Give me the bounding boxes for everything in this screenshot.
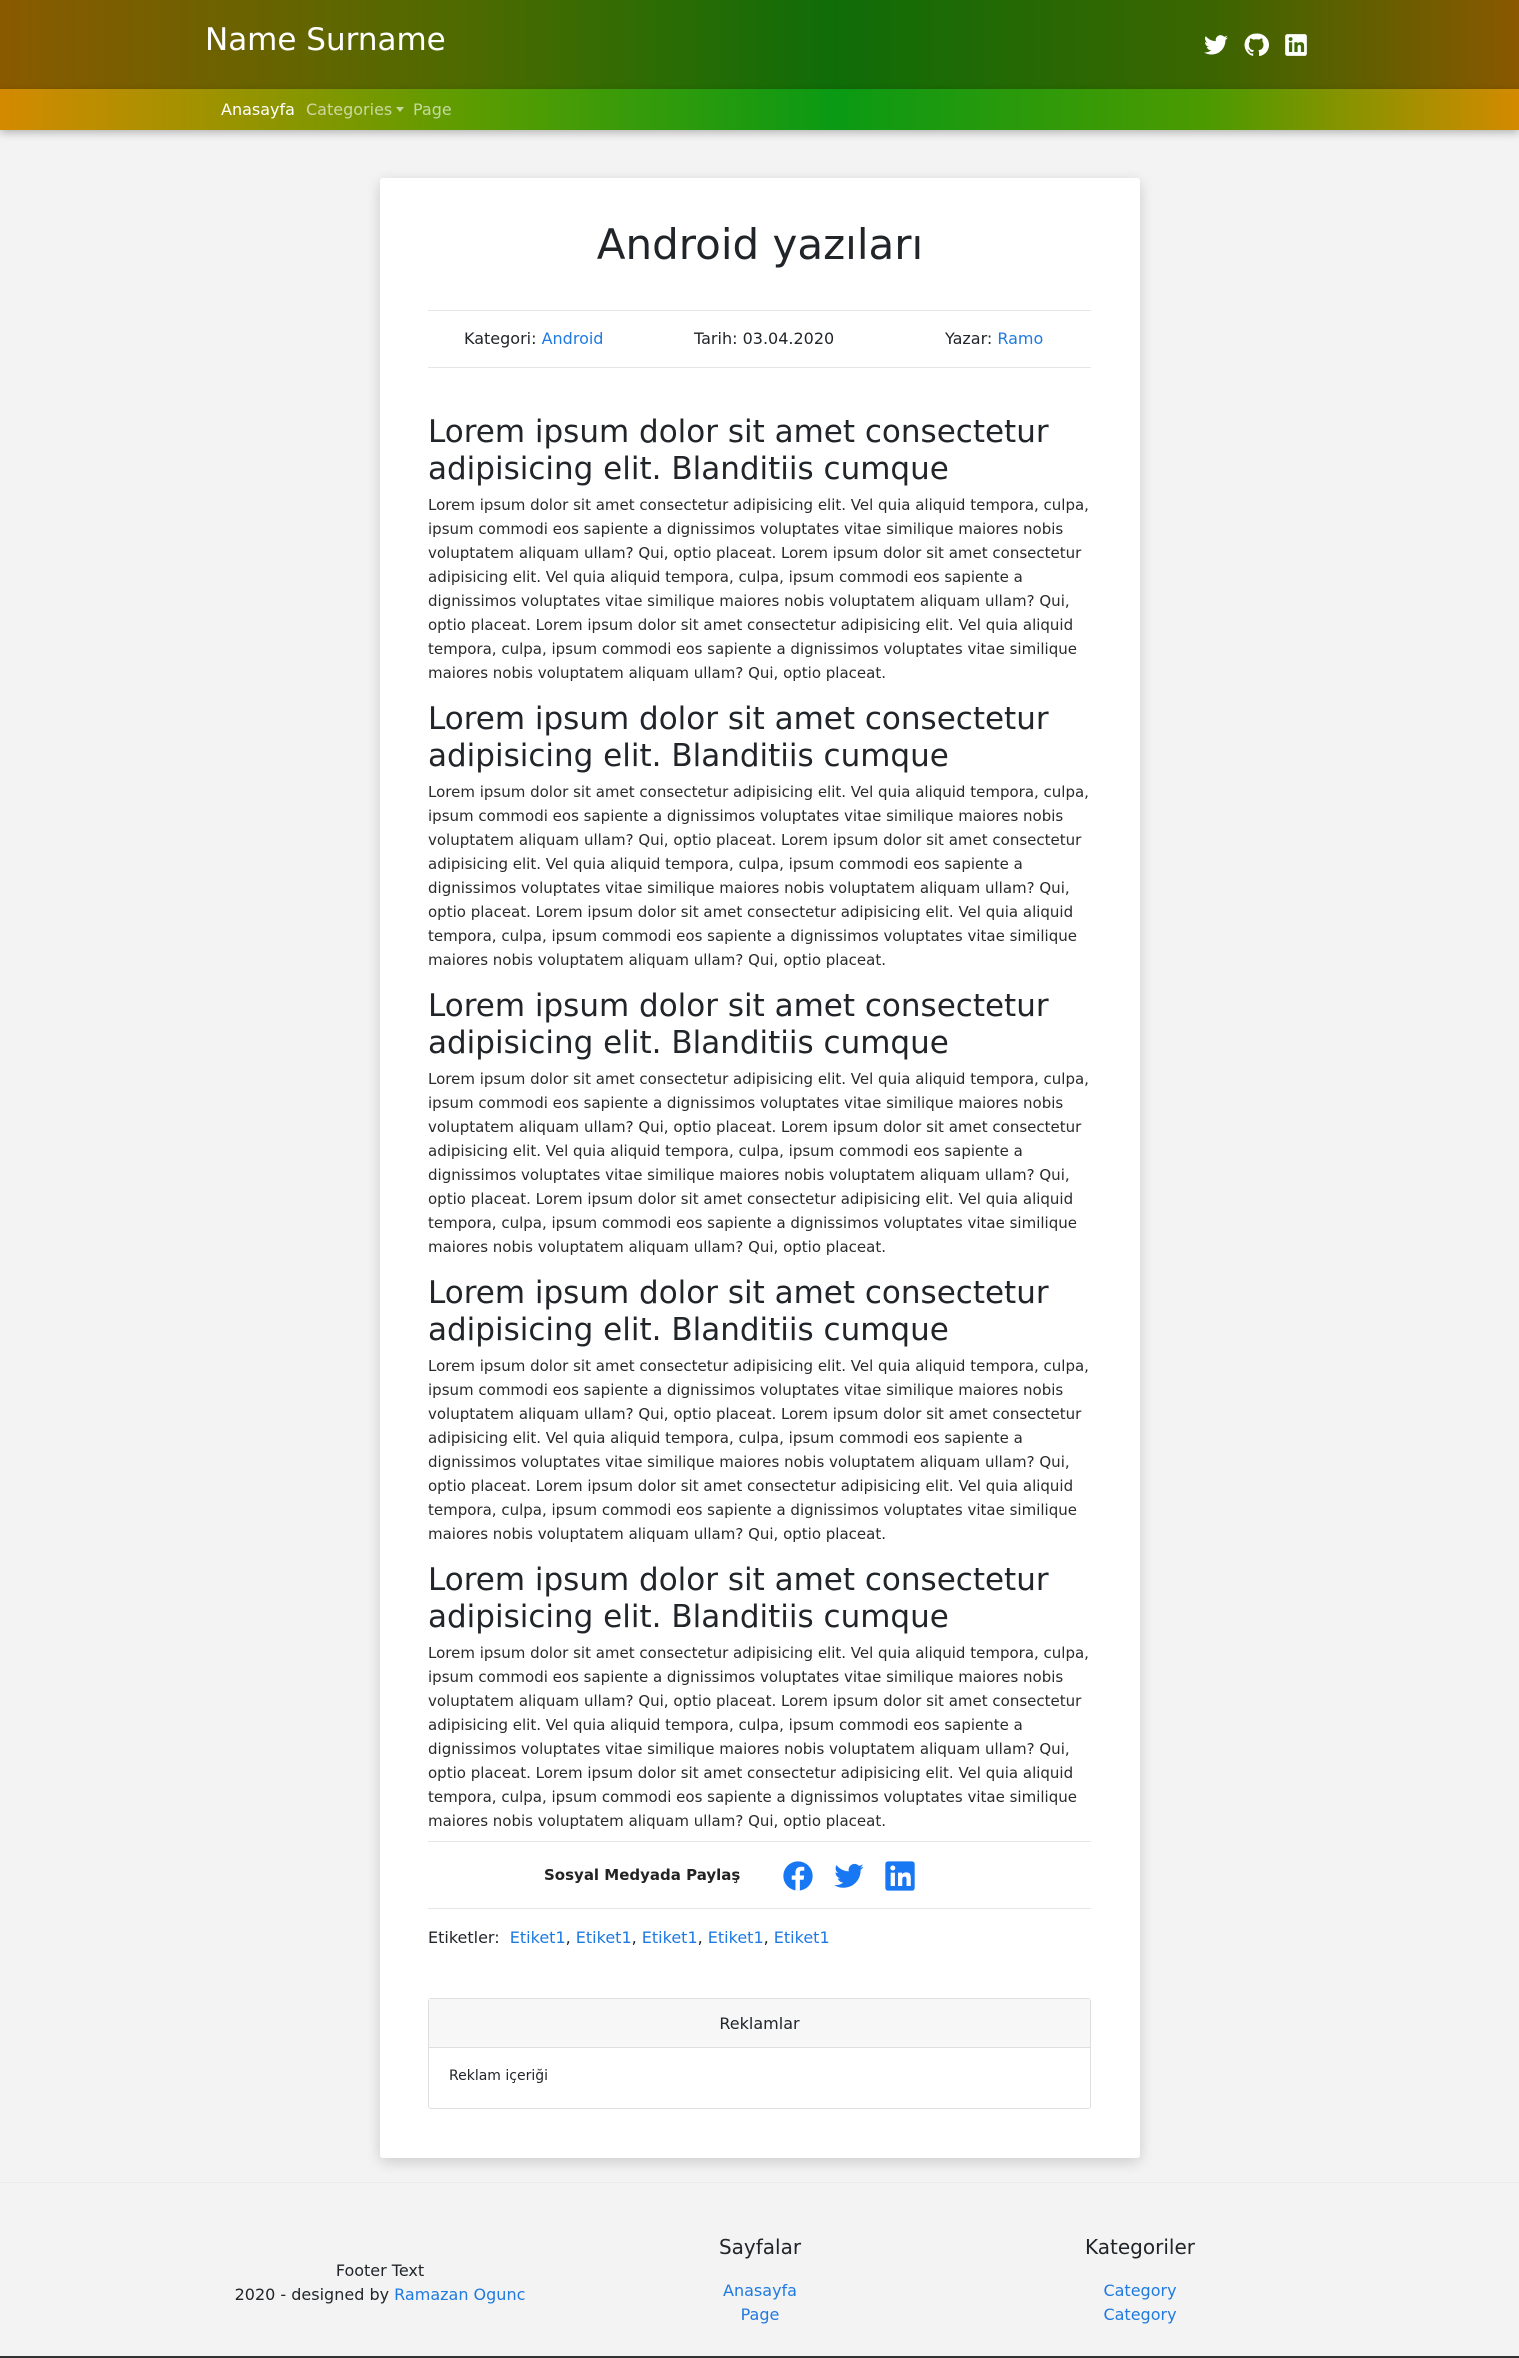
- twitter-icon[interactable]: [833, 1860, 865, 1892]
- footer-link-category[interactable]: Category: [990, 2279, 1290, 2303]
- github-icon[interactable]: [1243, 32, 1269, 58]
- section-heading: Lorem ipsum dolor sit amet consectetur a…: [428, 414, 1049, 487]
- meta-category: Kategori: Android: [464, 329, 603, 348]
- meta-author-label: Yazar:: [945, 329, 993, 348]
- header-social-links: [1203, 32, 1309, 58]
- footer-link-anasayfa[interactable]: Anasayfa: [610, 2279, 910, 2303]
- meta-author: Yazar: Ramo: [945, 329, 1043, 348]
- section-heading: Lorem ipsum dolor sit amet consectetur a…: [428, 1275, 1049, 1348]
- ads-panel: Reklamlar Reklam içeriği: [428, 1998, 1091, 2109]
- section-body: Lorem ipsum dolor sit amet consectetur a…: [428, 1357, 1089, 1543]
- tag-link[interactable]: Etiket1: [510, 1928, 566, 1947]
- footer-link-category[interactable]: Category: [990, 2303, 1290, 2327]
- ads-title: Reklamlar: [429, 1999, 1090, 2048]
- section-heading: Lorem ipsum dolor sit amet consectetur a…: [428, 701, 1049, 774]
- nav-item-categories[interactable]: Categories: [306, 100, 405, 119]
- tag-link[interactable]: Etiket1: [774, 1928, 830, 1947]
- linkedin-icon[interactable]: [884, 1860, 916, 1892]
- chevron-down-icon: [396, 107, 405, 112]
- footer-credit: 2020 - designed by Ramazan Ogunc: [230, 2283, 530, 2307]
- site-brand[interactable]: Name Surname: [205, 22, 446, 58]
- footer-credit-link[interactable]: Ramazan Ogunc: [394, 2285, 525, 2304]
- footer: Footer Text 2020 - designed by Ramazan O…: [0, 2182, 1519, 2358]
- footer-link-page[interactable]: Page: [610, 2303, 910, 2327]
- nav-item-anasayfa[interactable]: Anasayfa: [221, 100, 295, 119]
- post-article: Lorem ipsum dolor sit amet consectetur a…: [428, 414, 1091, 1849]
- linkedin-icon[interactable]: [1283, 32, 1309, 58]
- footer-pages-title: Sayfalar: [718, 2235, 802, 2259]
- footer-text: Footer Text: [335, 2261, 425, 2280]
- navbar: Anasayfa Categories Page: [0, 89, 1519, 130]
- section-body: Lorem ipsum dolor sit amet consectetur a…: [428, 1644, 1089, 1830]
- twitter-icon[interactable]: [1203, 32, 1229, 58]
- nav-item-categories-label: Categories: [306, 100, 393, 119]
- post-meta: Kategori: Android Tarih: 03.04.2020 Yaza…: [428, 310, 1091, 368]
- section-heading: Lorem ipsum dolor sit amet consectetur a…: [428, 1562, 1049, 1635]
- section-body: Lorem ipsum dolor sit amet consectetur a…: [428, 1070, 1089, 1256]
- meta-date-label: Tarih:: [694, 329, 738, 348]
- section-body: Lorem ipsum dolor sit amet consectetur a…: [428, 496, 1089, 682]
- top-header: Name Surname: [0, 0, 1519, 89]
- tag-link[interactable]: Etiket1: [642, 1928, 698, 1947]
- tag-link[interactable]: Etiket1: [576, 1928, 632, 1947]
- post-card: Android yazıları Kategori: Android Tarih…: [380, 178, 1140, 2158]
- footer-categories-title: Kategoriler: [1085, 2235, 1195, 2259]
- footer-categories: Kategoriler Category Category: [990, 2235, 1290, 2327]
- meta-date: Tarih: 03.04.2020: [694, 329, 834, 348]
- meta-date-value: 03.04.2020: [742, 329, 835, 348]
- meta-category-link[interactable]: Android: [542, 329, 604, 348]
- footer-pages: Sayfalar Anasayfa Page: [610, 2235, 910, 2327]
- footer-about: Footer Text 2020 - designed by Ramazan O…: [230, 2259, 530, 2307]
- section-heading: Lorem ipsum dolor sit amet consectetur a…: [428, 988, 1049, 1061]
- share-label: Sosyal Medyada Paylaş: [544, 1866, 741, 1884]
- meta-category-label: Kategori:: [464, 329, 537, 348]
- facebook-icon[interactable]: [782, 1860, 814, 1892]
- tag-list: Etiketler: Etiket1, Etiket1, Etiket1, Et…: [428, 1928, 830, 1947]
- tags-label: Etiketler:: [428, 1928, 500, 1947]
- meta-author-link[interactable]: Ramo: [997, 329, 1043, 348]
- footer-credit-prefix: 2020 - designed by: [234, 2285, 390, 2304]
- ads-content: Reklam içeriği: [449, 2068, 548, 2084]
- share-bar: Sosyal Medyada Paylaş: [428, 1841, 1091, 1909]
- section-body: Lorem ipsum dolor sit amet consectetur a…: [428, 783, 1089, 969]
- tag-link[interactable]: Etiket1: [708, 1928, 764, 1947]
- page-title: Android yazıları: [596, 220, 924, 269]
- nav-item-page[interactable]: Page: [413, 100, 452, 119]
